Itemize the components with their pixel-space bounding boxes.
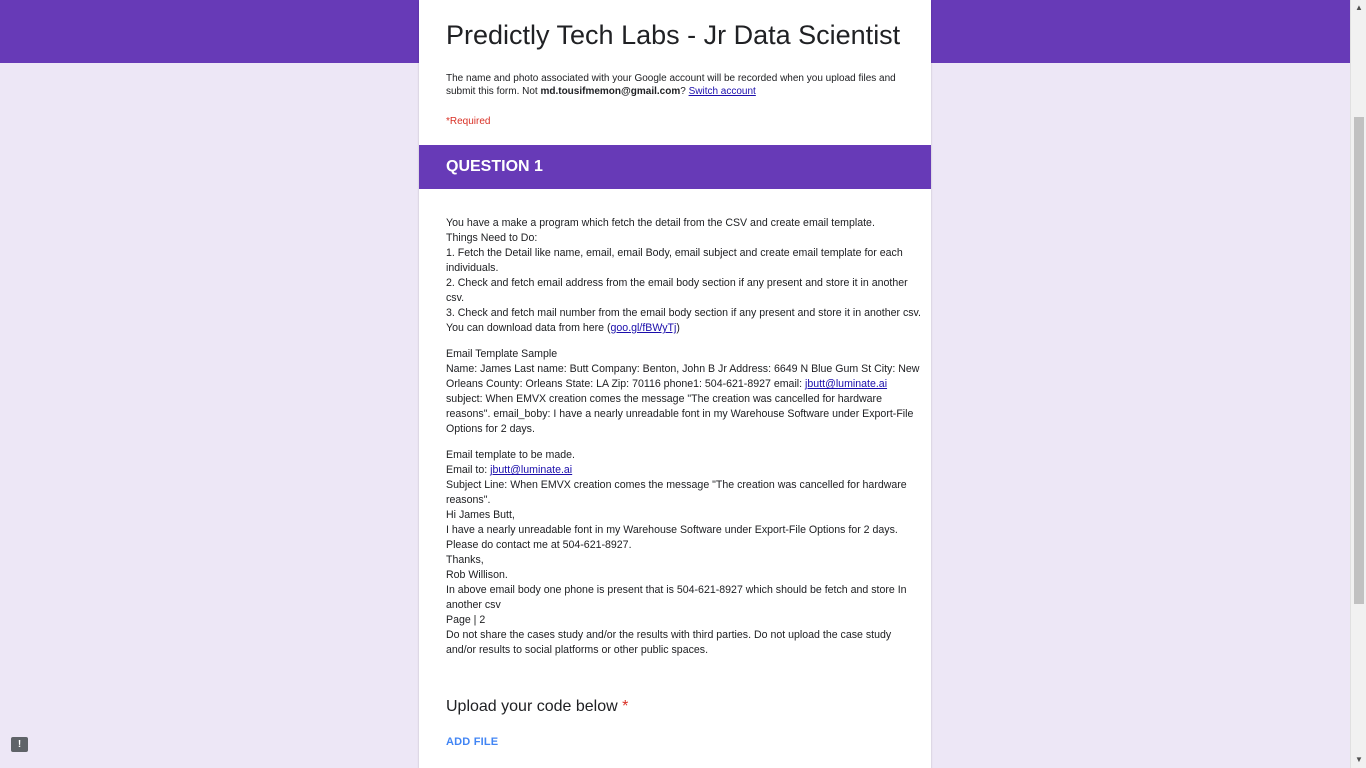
vertical-scrollbar[interactable]: ▲ ▼ [1350,0,1366,768]
form-card: Predictly Tech Labs - Jr Data Scientist … [419,0,931,768]
greeting-line: Hi James Butt, [446,509,515,521]
page-line: Page | 2 [446,614,486,626]
note-line: In above email body one phone is present… [446,584,907,611]
add-file-button[interactable]: ADD FILE [446,735,498,749]
subject-line: Subject Line: When EMVX creation comes t… [446,479,907,506]
email-to-link[interactable]: jbutt@luminate.ai [490,464,572,476]
scroll-up-icon[interactable]: ▲ [1351,0,1366,16]
download-link[interactable]: goo.gl/fBWyTj [611,322,677,334]
form-title: Predictly Tech Labs - Jr Data Scientist [446,20,901,50]
sample-heading: Email Template Sample [446,348,558,360]
download-line: You can download data from here (goo.gl/… [446,321,921,336]
sample-email-link[interactable]: jbutt@luminate.ai [805,378,887,390]
thanks-line: Thanks, [446,554,484,566]
email-to-prefix: Email to: [446,464,491,476]
template-heading: Email template to be made. [446,449,575,461]
scroll-thumb[interactable] [1354,117,1364,604]
description-line: 3. Check and fetch mail number from the … [446,307,921,319]
download-prefix: You can download data from here ( [446,322,611,334]
description-line: 2. Check and fetch email address from th… [446,277,908,304]
section-header: QUESTION 1 [419,145,931,189]
feedback-icon[interactable]: ! [11,737,28,752]
sample-details: Name: James Last name: Butt Company: Ben… [446,362,921,437]
contact-line: Please do contact me at 504-621-8927. [446,539,632,551]
signature-line: Rob Willison. [446,569,508,581]
question-description: You have a make a program which fetch th… [446,216,921,658]
notice-suffix: ? [680,86,689,97]
description-line: 1. Fetch the Detail like name, email, em… [446,247,903,274]
scroll-down-icon[interactable]: ▼ [1351,752,1366,768]
switch-account-link[interactable]: Switch account [689,86,756,97]
required-note: *Required [446,116,491,127]
required-star: * [622,698,629,715]
body-line: I have a nearly unreadable font in my Wa… [446,524,898,536]
description-line: Things Need to Do: [446,232,538,244]
email-to-line: Email to: jbutt@luminate.ai [446,463,921,478]
account-email: md.tousifmemon@gmail.com [540,86,681,97]
upload-label: Upload your code below * [446,697,628,717]
account-notice: The name and photo associated with your … [446,72,911,98]
disclaimer-line: Do not share the cases study and/or the … [446,629,892,656]
description-line: You have a make a program which fetch th… [446,217,875,229]
section-title: QUESTION 1 [446,158,543,175]
upload-label-text: Upload your code below [446,698,618,715]
sample-suffix: subject: When EMVX creation comes the me… [446,393,914,435]
download-suffix: ) [676,322,680,334]
